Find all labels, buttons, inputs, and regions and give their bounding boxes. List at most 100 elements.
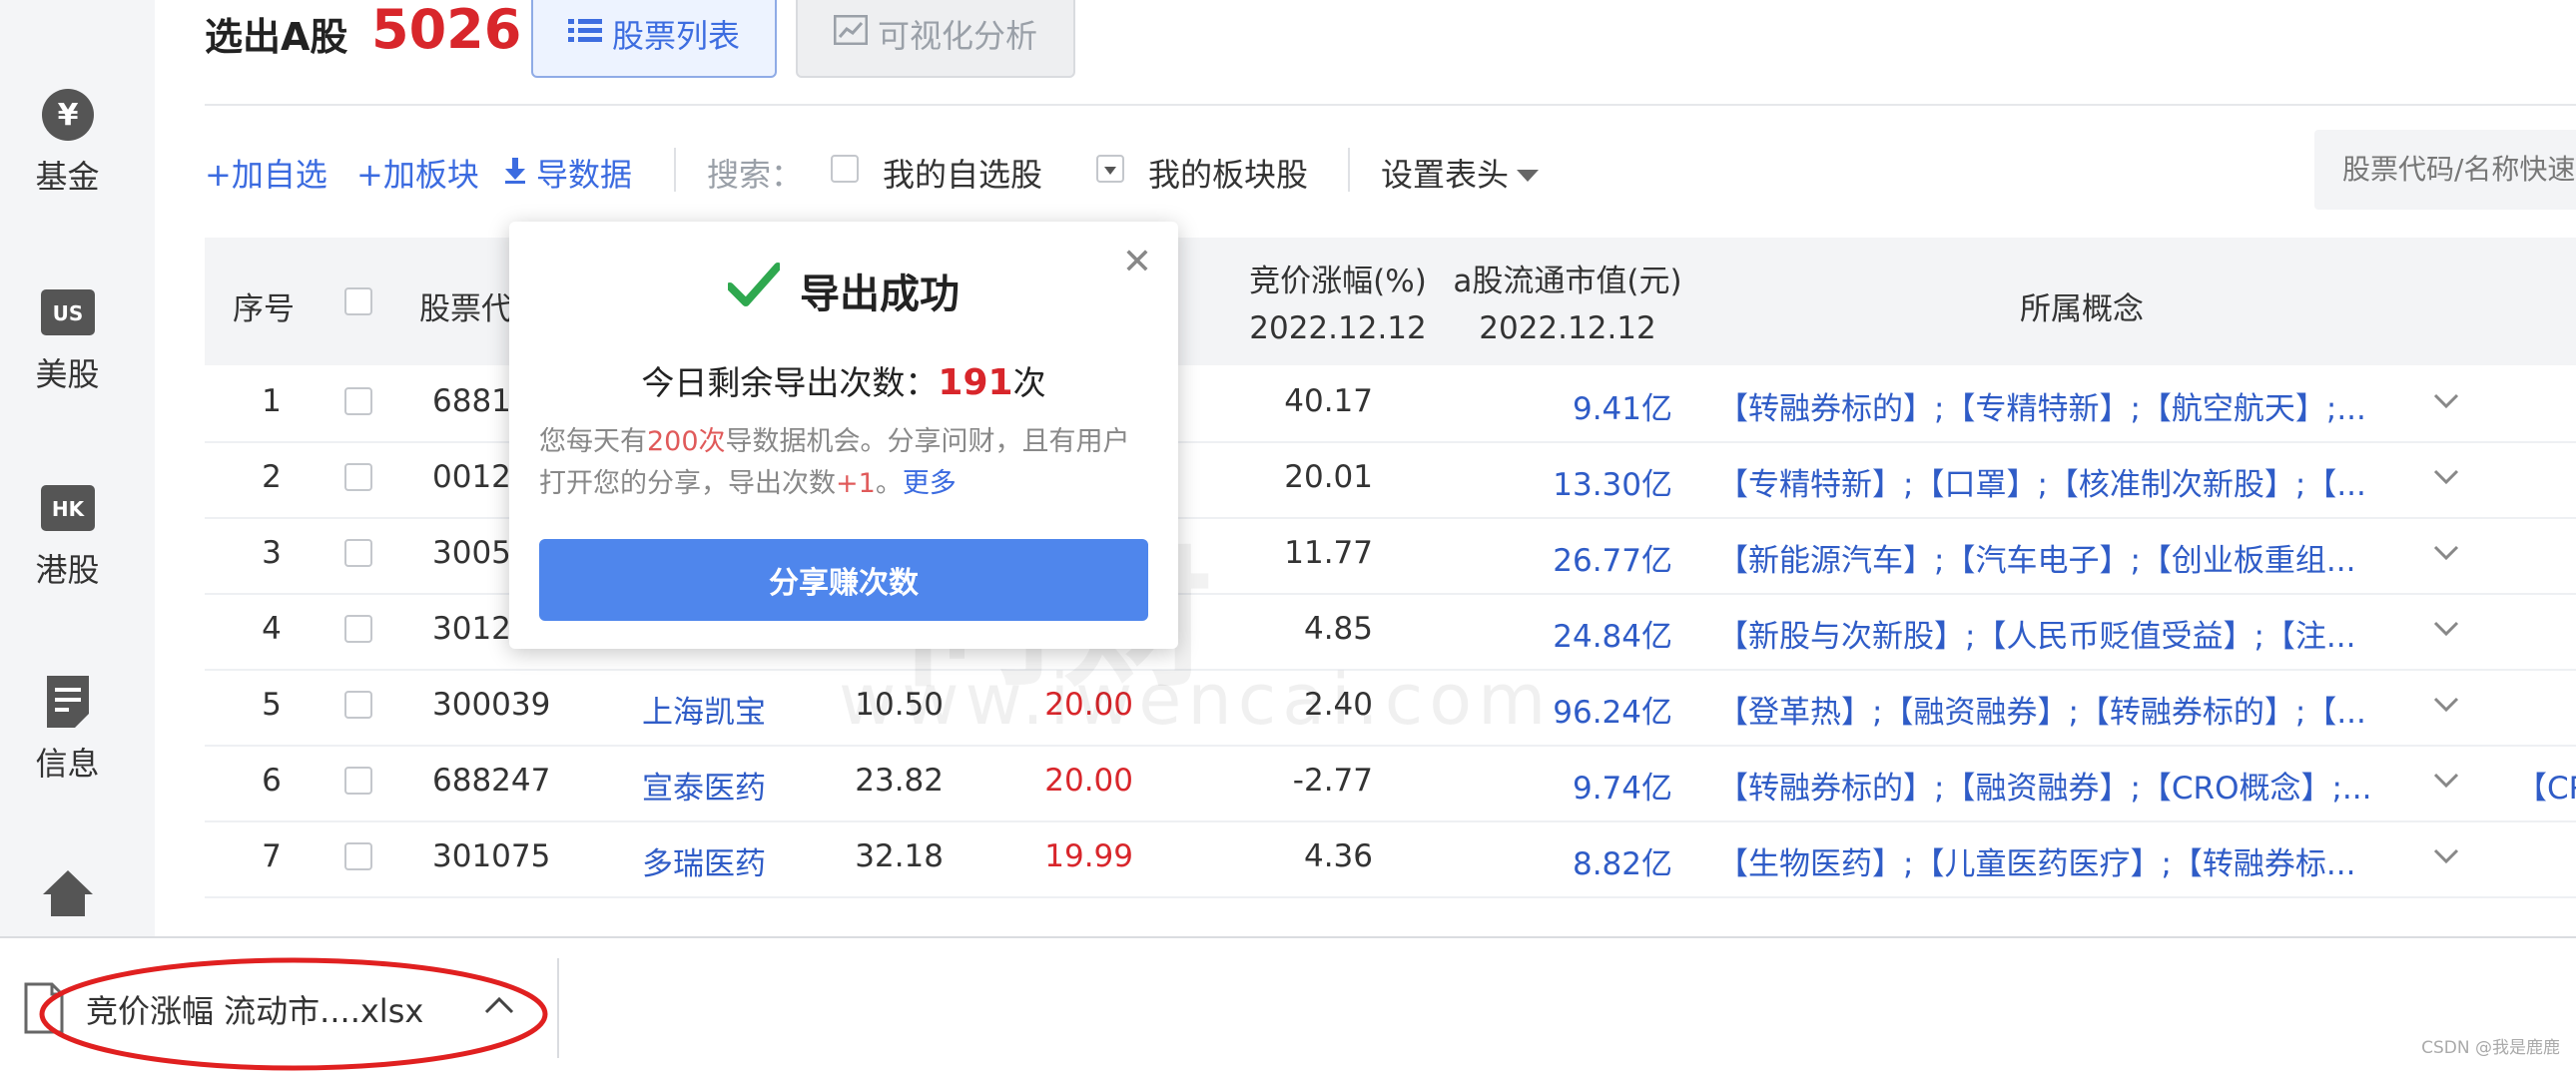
svg-text:US: US <box>52 301 83 325</box>
row-price: 23.82 <box>855 763 944 799</box>
sidebar-label-us-stock: 美股 <box>35 355 100 393</box>
row-market-cap: 26.77亿 <box>1553 543 1672 579</box>
row-index: 1 <box>262 383 282 419</box>
sidebar-item-fund[interactable]: ¥ 基金 <box>0 88 135 198</box>
popup-title-text: 导出成功 <box>800 272 960 317</box>
svg-text:¥: ¥ <box>57 98 78 133</box>
remaining-prefix: 今日剩余导出次数： <box>641 363 939 402</box>
daily-export-limit: 200次 <box>647 426 726 457</box>
my-sector-dropdown[interactable] <box>1096 155 1124 183</box>
tab-visual-analysis[interactable]: 可视化分析 <box>796 0 1075 78</box>
row-change: 20.00 <box>1044 763 1133 799</box>
column-header-concept: 所属概念 <box>2020 291 2144 327</box>
set-header-label: 设置表头 <box>1381 156 1510 194</box>
chevron-down-icon[interactable] <box>2431 840 2461 874</box>
export-data-button[interactable]: 导数据 <box>504 150 632 196</box>
sidebar-item-us-stock[interactable]: US 美股 <box>0 285 135 395</box>
sidebar-label-hk-stock: 港股 <box>35 551 100 589</box>
row-code: 688247 <box>432 763 551 799</box>
sidebar-label-info: 信息 <box>35 745 100 783</box>
row-market-cap: 8.82亿 <box>1572 846 1672 882</box>
stock-search-input[interactable]: 股票代码/名称快速 <box>2314 130 2576 210</box>
sidebar-label-fund: 基金 <box>35 158 100 196</box>
row-checkbox[interactable] <box>344 767 372 795</box>
desc-part: 您每天有 <box>539 426 647 457</box>
row-checkbox[interactable] <box>344 615 372 643</box>
column-header-market-cap[interactable]: a股流通市值(元) 2022.12.12 <box>1408 256 1727 346</box>
row-stock-name[interactable]: 宣泰医药 <box>604 763 804 808</box>
my-sector-label[interactable]: 我的板块股 <box>1148 150 1308 196</box>
bonus-count: +1 <box>836 468 876 499</box>
row-checkbox[interactable] <box>344 463 372 491</box>
chevron-down-icon[interactable] <box>2431 385 2461 419</box>
row-index: 6 <box>262 763 282 799</box>
table-row[interactable]: 7 301075 多瑞医药 32.18 19.99 4.36 8.82亿 【生物… <box>205 820 2576 898</box>
row-checkbox[interactable] <box>344 387 372 415</box>
row-index: 5 <box>262 687 282 723</box>
row-index: 7 <box>262 838 282 874</box>
document-icon <box>41 675 95 729</box>
sidebar-item-info[interactable]: 信息 <box>0 675 135 785</box>
footer-credit: CSDN @我是鹿鹿 <box>2421 1038 2560 1058</box>
tab-stock-list[interactable]: 股票列表 <box>531 0 777 78</box>
chevron-down-icon[interactable] <box>2431 613 2461 647</box>
my-watchlist-checkbox[interactable] <box>831 155 859 183</box>
download-bar: 竞价涨幅 流动市....xlsx <box>0 936 2576 1071</box>
row-extra-concept: 【CR <box>2516 771 2576 807</box>
share-earn-button[interactable]: 分享赚次数 <box>539 539 1148 621</box>
row-market-cap: 9.74亿 <box>1572 771 1672 807</box>
chevron-down-icon[interactable] <box>2431 689 2461 723</box>
add-watchlist-button[interactable]: +加自选 <box>205 150 327 196</box>
row-stock-name[interactable]: 上海凯宝 <box>604 687 804 732</box>
row-auction-change: -2.77 <box>1292 763 1373 799</box>
row-checkbox[interactable] <box>344 842 372 870</box>
sidebar-item-more[interactable] <box>0 866 135 920</box>
export-data-label: 导数据 <box>536 156 633 194</box>
hk-badge-icon: HK <box>40 481 95 535</box>
sidebar-item-hk-stock[interactable]: HK 港股 <box>0 481 135 591</box>
row-stock-name[interactable]: 多瑞医药 <box>604 838 804 883</box>
row-index: 2 <box>262 459 282 495</box>
chevron-down-icon[interactable] <box>2431 537 2461 571</box>
row-code: 301075 <box>432 838 551 874</box>
more-link[interactable]: 更多 <box>903 468 957 499</box>
us-badge-icon: US <box>40 285 95 339</box>
result-count: 5026 <box>371 0 522 61</box>
desc-part: 。 <box>875 468 903 499</box>
row-code: 300039 <box>432 687 551 723</box>
toolbar-separator <box>674 148 676 192</box>
header-divider <box>205 104 2576 106</box>
popup-title: 导出成功 <box>509 262 1178 319</box>
remaining-count: 191 <box>938 362 1013 403</box>
row-index: 4 <box>262 611 282 647</box>
caret-down-icon <box>1517 154 1540 192</box>
checkmark-icon <box>726 263 782 318</box>
row-auction-change: 20.01 <box>1284 459 1373 495</box>
tab-visual-analysis-label: 可视化分析 <box>877 17 1037 55</box>
add-sector-button[interactable]: +加板块 <box>356 150 479 196</box>
my-watchlist-label[interactable]: 我的自选股 <box>883 150 1042 196</box>
left-sidebar: ¥ 基金 US 美股 HK 港股 信息 <box>0 0 155 938</box>
select-all-checkbox[interactable] <box>344 287 372 315</box>
yen-icon: ¥ <box>41 88 95 142</box>
row-checkbox[interactable] <box>344 539 372 567</box>
column-header-code[interactable]: 股票代 <box>419 283 512 328</box>
chevron-down-icon[interactable] <box>2431 461 2461 495</box>
row-price: 32.18 <box>855 838 944 874</box>
column-header-market-cap-date: 2022.12.12 <box>1479 310 1656 346</box>
row-change: 19.99 <box>1044 838 1133 874</box>
chevron-down-icon[interactable] <box>2431 765 2461 799</box>
row-market-cap: 24.84亿 <box>1553 619 1672 655</box>
export-success-popup: ✕ 导出成功 今日剩余导出次数：191次 您每天有200次导数据机会。分享问财，… <box>509 222 1178 649</box>
row-market-cap: 9.41亿 <box>1572 391 1672 427</box>
row-checkbox[interactable] <box>344 691 372 719</box>
chart-icon <box>833 14 869 53</box>
remaining-exports: 今日剩余导出次数：191次 <box>509 356 1178 404</box>
table-row[interactable]: 6 688247 宣泰医药 23.82 20.00 -2.77 9.74亿 【转… <box>205 745 2576 822</box>
row-auction-change: 4.36 <box>1303 838 1373 874</box>
download-bar-separator <box>557 958 559 1058</box>
popup-description: 您每天有200次导数据机会。分享问财，且有用户打开您的分享，导出次数+1。更多 <box>539 421 1148 505</box>
toolbar-separator <box>1348 148 1350 192</box>
set-header-button[interactable]: 设置表头 <box>1381 150 1540 196</box>
column-header-index: 序号 <box>233 291 295 327</box>
